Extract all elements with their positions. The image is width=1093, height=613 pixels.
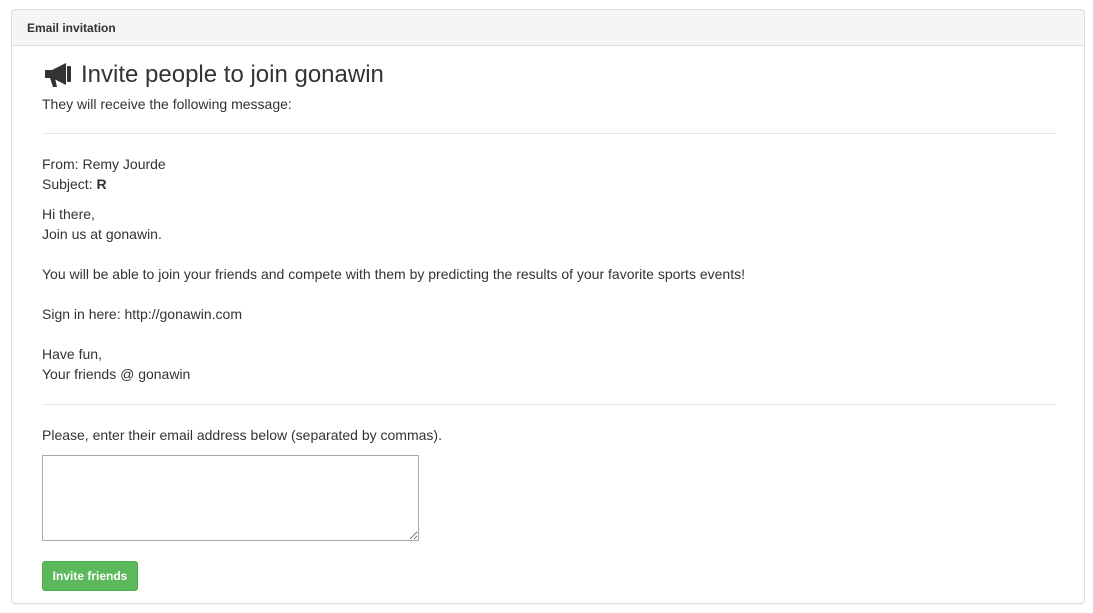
divider-top <box>42 133 1056 134</box>
panel-heading: Email invitation <box>12 10 1084 46</box>
divider-bottom <box>42 404 1056 405</box>
title-row: Invite people to join gonawin <box>42 60 384 90</box>
message-signature: Your friends @ gonawin <box>42 366 191 382</box>
message-signin: Sign in here: http://gonawin.com <box>42 306 243 322</box>
message-greeting: Hi there, <box>42 206 95 222</box>
message-compete: You will be able to join your friends an… <box>42 266 745 282</box>
message-join: Join us at gonawin. <box>42 226 162 242</box>
email-addresses-input[interactable] <box>42 455 419 541</box>
email-instruction: Please, enter their email address below … <box>42 427 442 443</box>
from-label: From: <box>42 156 79 172</box>
from-value: Remy Jourde <box>82 156 166 172</box>
message-closing: Have fun, <box>42 346 102 362</box>
megaphone-icon <box>42 60 75 90</box>
invite-friends-button[interactable]: Invite friends <box>42 561 138 591</box>
message-subject: Subject: R <box>42 174 107 194</box>
panel-heading-title: Email invitation <box>27 20 116 35</box>
email-invitation-panel: Email invitation Invite people to join g… <box>11 9 1085 604</box>
subject-value: R <box>96 176 107 192</box>
page-subtitle: They will receive the following message: <box>42 96 292 112</box>
message-from: From: Remy Jourde <box>42 154 166 174</box>
page-title: Invite people to join gonawin <box>81 61 384 88</box>
subject-label: Subject: <box>42 176 93 192</box>
